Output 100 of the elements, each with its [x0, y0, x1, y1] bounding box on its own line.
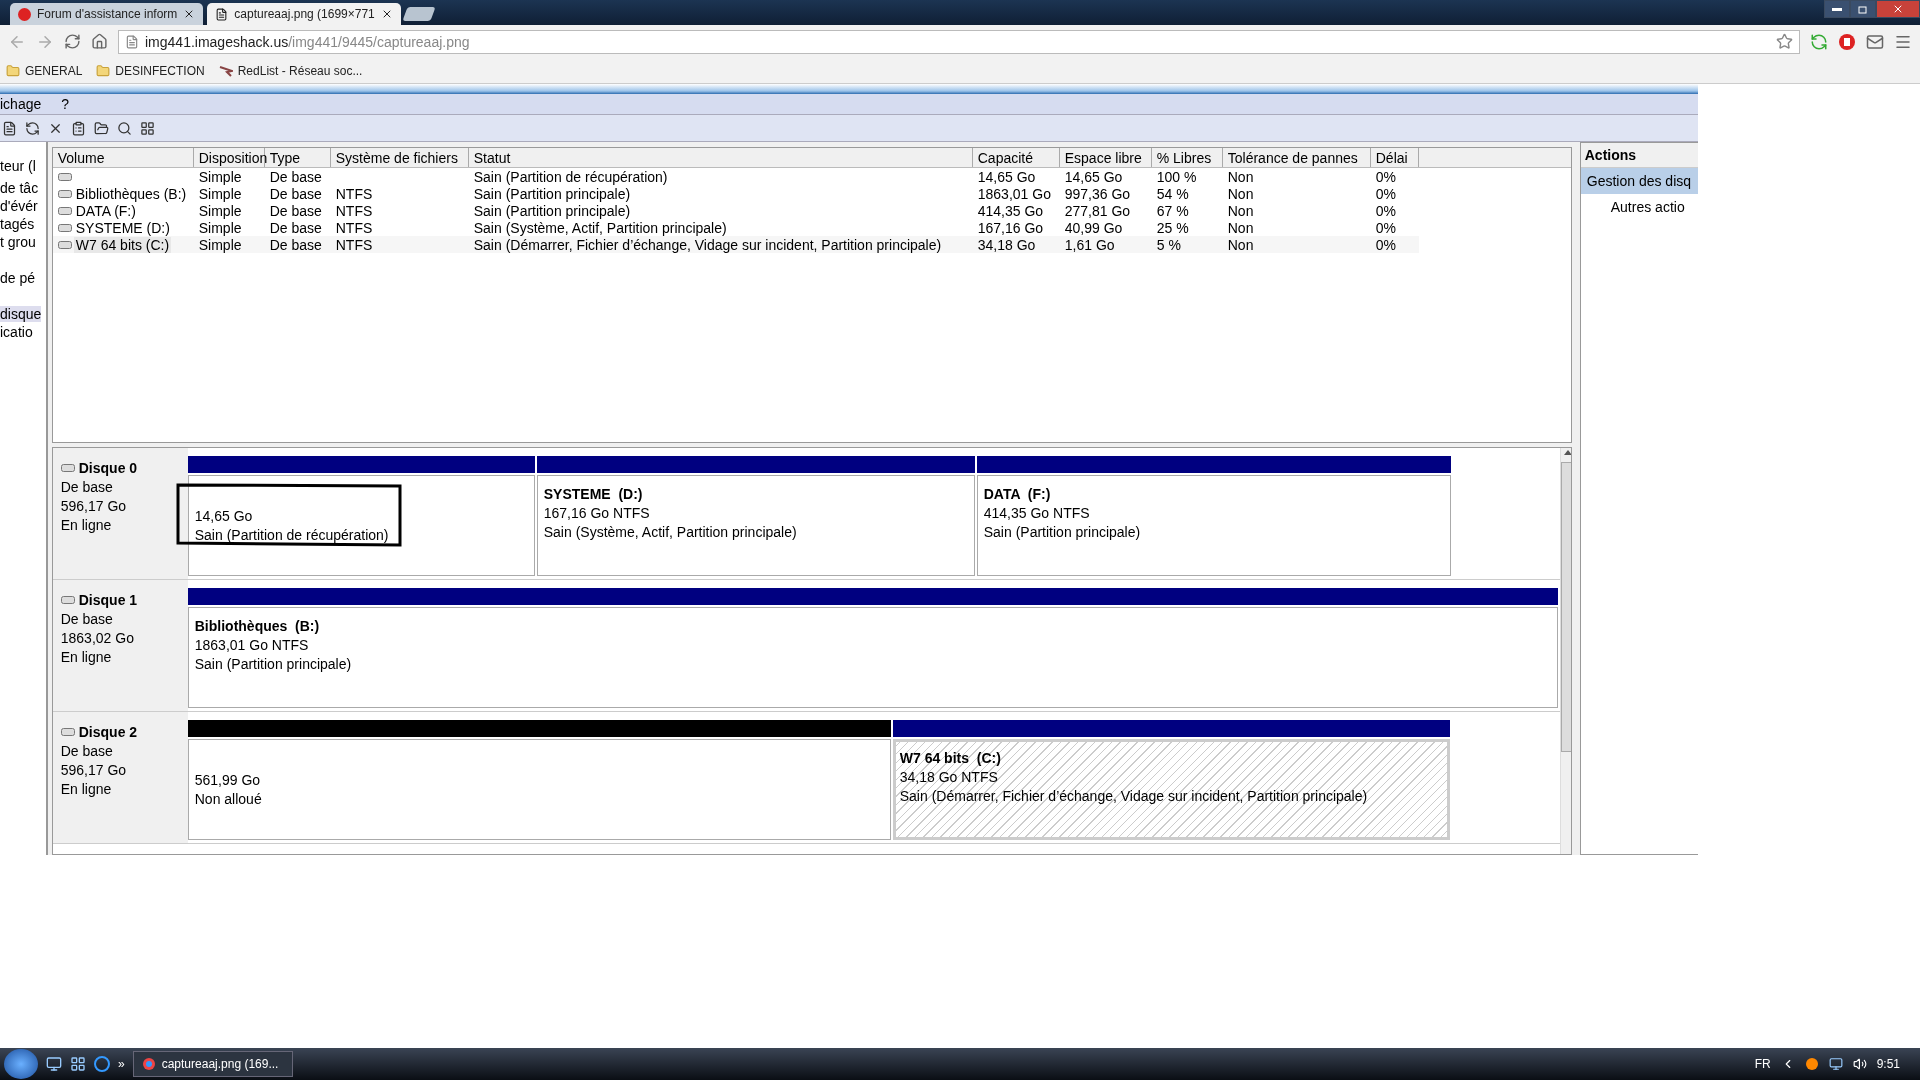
action-item[interactable]: Gestion des disq	[1580, 168, 1698, 194]
tree-item[interactable]: t grou	[0, 234, 36, 250]
disk-size: 1863,02 Go	[60, 630, 135, 646]
reload-button[interactable]	[64, 33, 81, 50]
browser-tab[interactable]: captureaaj.png (1699×771	[207, 3, 401, 25]
desktop-icon[interactable]	[46, 1056, 62, 1072]
clock[interactable]: 9:51	[1876, 1057, 1900, 1071]
table-cell: 167,16 Go	[977, 219, 1044, 236]
partition[interactable]: 561,99 Go Non alloué	[187, 739, 891, 840]
tree-item[interactable]: disque	[0, 306, 42, 322]
table-cell: 0%	[1375, 168, 1396, 185]
home-button[interactable]	[91, 33, 108, 50]
table-cell: 0%	[1375, 236, 1396, 253]
tree-item[interactable]: de tâc	[0, 180, 39, 196]
partition[interactable]: DATA (F:) 414,35 Go NTFS Sain (Partition principale)	[976, 475, 1451, 576]
volume-name[interactable]: Bibliothèques (B:)	[73, 185, 189, 202]
tray-icon[interactable]	[1804, 1057, 1819, 1071]
table-row[interactable]: SYSTEME (D:) Simple De base NTFS Sain (Système, Actif, Partition principale) 167,16 Go 40,99 Go 25 % Non 0%	[52, 219, 1419, 236]
partition-size: 561,99 Go	[194, 772, 262, 788]
table-cell: NTFS	[335, 219, 373, 236]
partition-size: 14,65 Go	[194, 508, 254, 524]
partition[interactable]: 14,65 Go Sain (Partition de récupération)	[187, 475, 535, 576]
table-cell: Simple	[198, 236, 242, 253]
table-cell: NTFS	[335, 185, 373, 202]
column-header[interactable]: Disposition	[193, 148, 265, 167]
browser-tab[interactable]: Forum d'assistance inform	[10, 3, 204, 25]
disk-type: De base	[60, 743, 114, 759]
partition[interactable]: SYSTEME (D:) 167,16 Go NTFS Sain (Système, Actif, Partition principale)	[536, 475, 975, 576]
column-header[interactable]: % Libres	[1151, 148, 1223, 167]
bookmark[interactable]: DESINFECTION	[96, 63, 205, 78]
disk-name: Disque 0	[78, 460, 138, 476]
language-indicator[interactable]: FR	[1754, 1057, 1771, 1071]
table-cell: 0%	[1375, 185, 1396, 202]
grid-icon[interactable]	[140, 120, 155, 136]
menu-item[interactable]: ?	[61, 96, 70, 112]
table-cell: Sain (Partition principale)	[473, 185, 631, 202]
table-cell: 54 %	[1156, 185, 1189, 202]
table-cell: De base	[269, 185, 322, 202]
column-header[interactable]: Système de fichiers	[330, 148, 469, 167]
table-row[interactable]: Simple De base Sain (Partition de récupération) 14,65 Go 14,65 Go 100 % Non 0%	[52, 168, 1419, 185]
menu-item[interactable]: ichage	[0, 96, 42, 112]
table-cell: Simple	[198, 168, 242, 185]
bookmark[interactable]: GENERAL	[6, 63, 83, 78]
column-header[interactable]: Délai	[1370, 148, 1419, 167]
page-icon[interactable]	[2, 120, 17, 136]
column-header[interactable]: Espace libre	[1059, 148, 1152, 167]
table-cell: 0%	[1375, 219, 1396, 236]
tree-item[interactable]: d'évér	[0, 198, 38, 214]
scrollbar[interactable]	[1559, 448, 1571, 854]
tree-item[interactable]: de pé	[0, 270, 36, 286]
new-tab-button[interactable]	[402, 7, 436, 21]
partition-name: SYSTEME (D:)	[543, 486, 644, 502]
refresh-icon[interactable]	[25, 120, 40, 136]
volume-name[interactable]: W7 64 bits (C:)	[73, 236, 172, 253]
partition[interactable]: W7 64 bits (C:) 34,18 Go NTFS Sain (Démarrer, Fichier d’échange, Vidage sur incident, Partition principale)	[892, 739, 1450, 840]
folder-icon[interactable]	[94, 120, 109, 136]
disk-type: De base	[60, 479, 114, 495]
scroll-up-icon[interactable]	[1562, 448, 1571, 456]
table-cell: 40,99 Go	[1064, 219, 1123, 236]
volume-icon[interactable]	[1852, 1057, 1867, 1071]
column-header[interactable]: Tolérance de pannes	[1222, 148, 1371, 167]
table-row[interactable]: Bibliothèques (B:) Simple De base NTFS Sain (Partition principale) 1863,01 Go 997,36 Go 54 % Non 0%	[52, 185, 1419, 202]
volume-name[interactable]: SYSTEME (D:)	[73, 219, 172, 236]
table-cell: 14,65 Go	[1064, 168, 1123, 185]
start-button[interactable]	[4, 1049, 38, 1079]
table-cell: 67 %	[1156, 202, 1189, 219]
window-icon[interactable]	[70, 1056, 86, 1072]
stop-icon[interactable]	[1838, 32, 1856, 51]
overflow-button[interactable]: »	[118, 1057, 125, 1071]
table-cell: NTFS	[335, 202, 373, 219]
network-icon[interactable]	[1828, 1057, 1843, 1071]
taskbar-button[interactable]: captureaaj.png (169...	[132, 1051, 293, 1077]
table-row[interactable]: DATA (F:) Simple De base NTFS Sain (Partition principale) 414,35 Go 277,81 Go 67 % Non 0%	[52, 202, 1419, 219]
volume-name[interactable]: DATA (F:)	[73, 202, 138, 219]
disk-status: En ligne	[60, 517, 113, 533]
restore-button[interactable]	[1850, 0, 1876, 18]
clipboard-icon[interactable]	[71, 120, 86, 136]
bookmark[interactable]: RedList - Réseau soc...	[218, 63, 363, 78]
table-cell: Non	[1227, 219, 1254, 236]
table-cell: 100 %	[1156, 168, 1197, 185]
address-bar[interactable]: img441.imageshack.us/img441/9445/captureaaj.png	[118, 29, 1800, 54]
close-icon	[1892, 3, 1904, 15]
minimize-button[interactable]	[1824, 0, 1850, 18]
partition[interactable]: Bibliothèques (B:) 1863,01 Go NTFS Sain (Partition principale)	[187, 607, 1558, 708]
search-icon[interactable]	[117, 120, 132, 136]
partition-name: Bibliothèques (B:)	[194, 618, 321, 634]
table-cell: 1,61 Go	[1064, 236, 1115, 253]
column-header[interactable]: Capacité	[972, 148, 1060, 167]
table-cell: Non	[1227, 236, 1254, 253]
column-header[interactable]: Statut	[468, 148, 973, 167]
tree-item[interactable]: teur (l	[0, 158, 36, 174]
tree-item[interactable]: icatio	[0, 324, 33, 340]
mail-icon[interactable]	[1866, 32, 1884, 51]
partition-size: 167,16 Go NTFS	[543, 505, 651, 521]
table-row[interactable]: W7 64 bits (C:) Simple De base NTFS Sain (Démarrer, Fichier d’échange, Vidage sur incident, Partition principale) 34,18 Go 1,61 Go 5 % Non 0%	[52, 236, 1419, 253]
minimize-icon	[1832, 7, 1842, 11]
disk-name: Disque 2	[78, 724, 138, 740]
tree-item[interactable]: tagés	[0, 216, 35, 232]
column-header[interactable]: Volume	[52, 148, 194, 167]
folder-icon	[96, 63, 111, 78]
